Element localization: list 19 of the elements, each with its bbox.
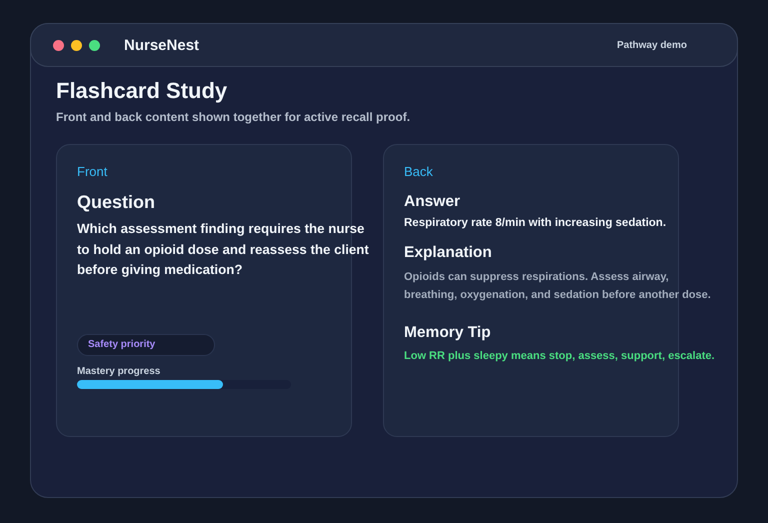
- app-name: NurseNest: [124, 36, 200, 54]
- section-heading: Answer: [404, 192, 461, 211]
- mode-label: Pathway demo: [616, 40, 687, 50]
- section-text: Low RR plus sleepy means stop, assess, support, escalate.: [404, 349, 715, 364]
- question-text: Which assessment finding requires the nurse to hold an opioid dose and reassess the client before giving medication?: [77, 220, 370, 279]
- question-heading: Question: [77, 191, 156, 213]
- maximize-dot-icon[interactable]: [89, 40, 100, 50]
- minimize-dot-icon[interactable]: [71, 40, 82, 50]
- section-heading: Explanation: [404, 243, 493, 262]
- side-label: Back: [404, 164, 434, 180]
- page-subtitle: Front and back content shown together for active recall proof.: [56, 110, 412, 124]
- section-heading: Memory Tip: [404, 323, 492, 342]
- side-label: Front: [77, 164, 108, 180]
- progress-label: Mastery progress: [77, 366, 162, 377]
- section-text: Respiratory rate 8/min with increasing sedation.: [404, 216, 666, 231]
- priority-tag: Safety priority: [77, 334, 215, 356]
- page-title: Flashcard Study: [56, 78, 228, 104]
- section-text: Opioids can suppress respirations. Assess airway, breathing, oxygenation, and sedation before another dose.: [404, 270, 712, 303]
- close-dot-icon[interactable]: [53, 40, 64, 50]
